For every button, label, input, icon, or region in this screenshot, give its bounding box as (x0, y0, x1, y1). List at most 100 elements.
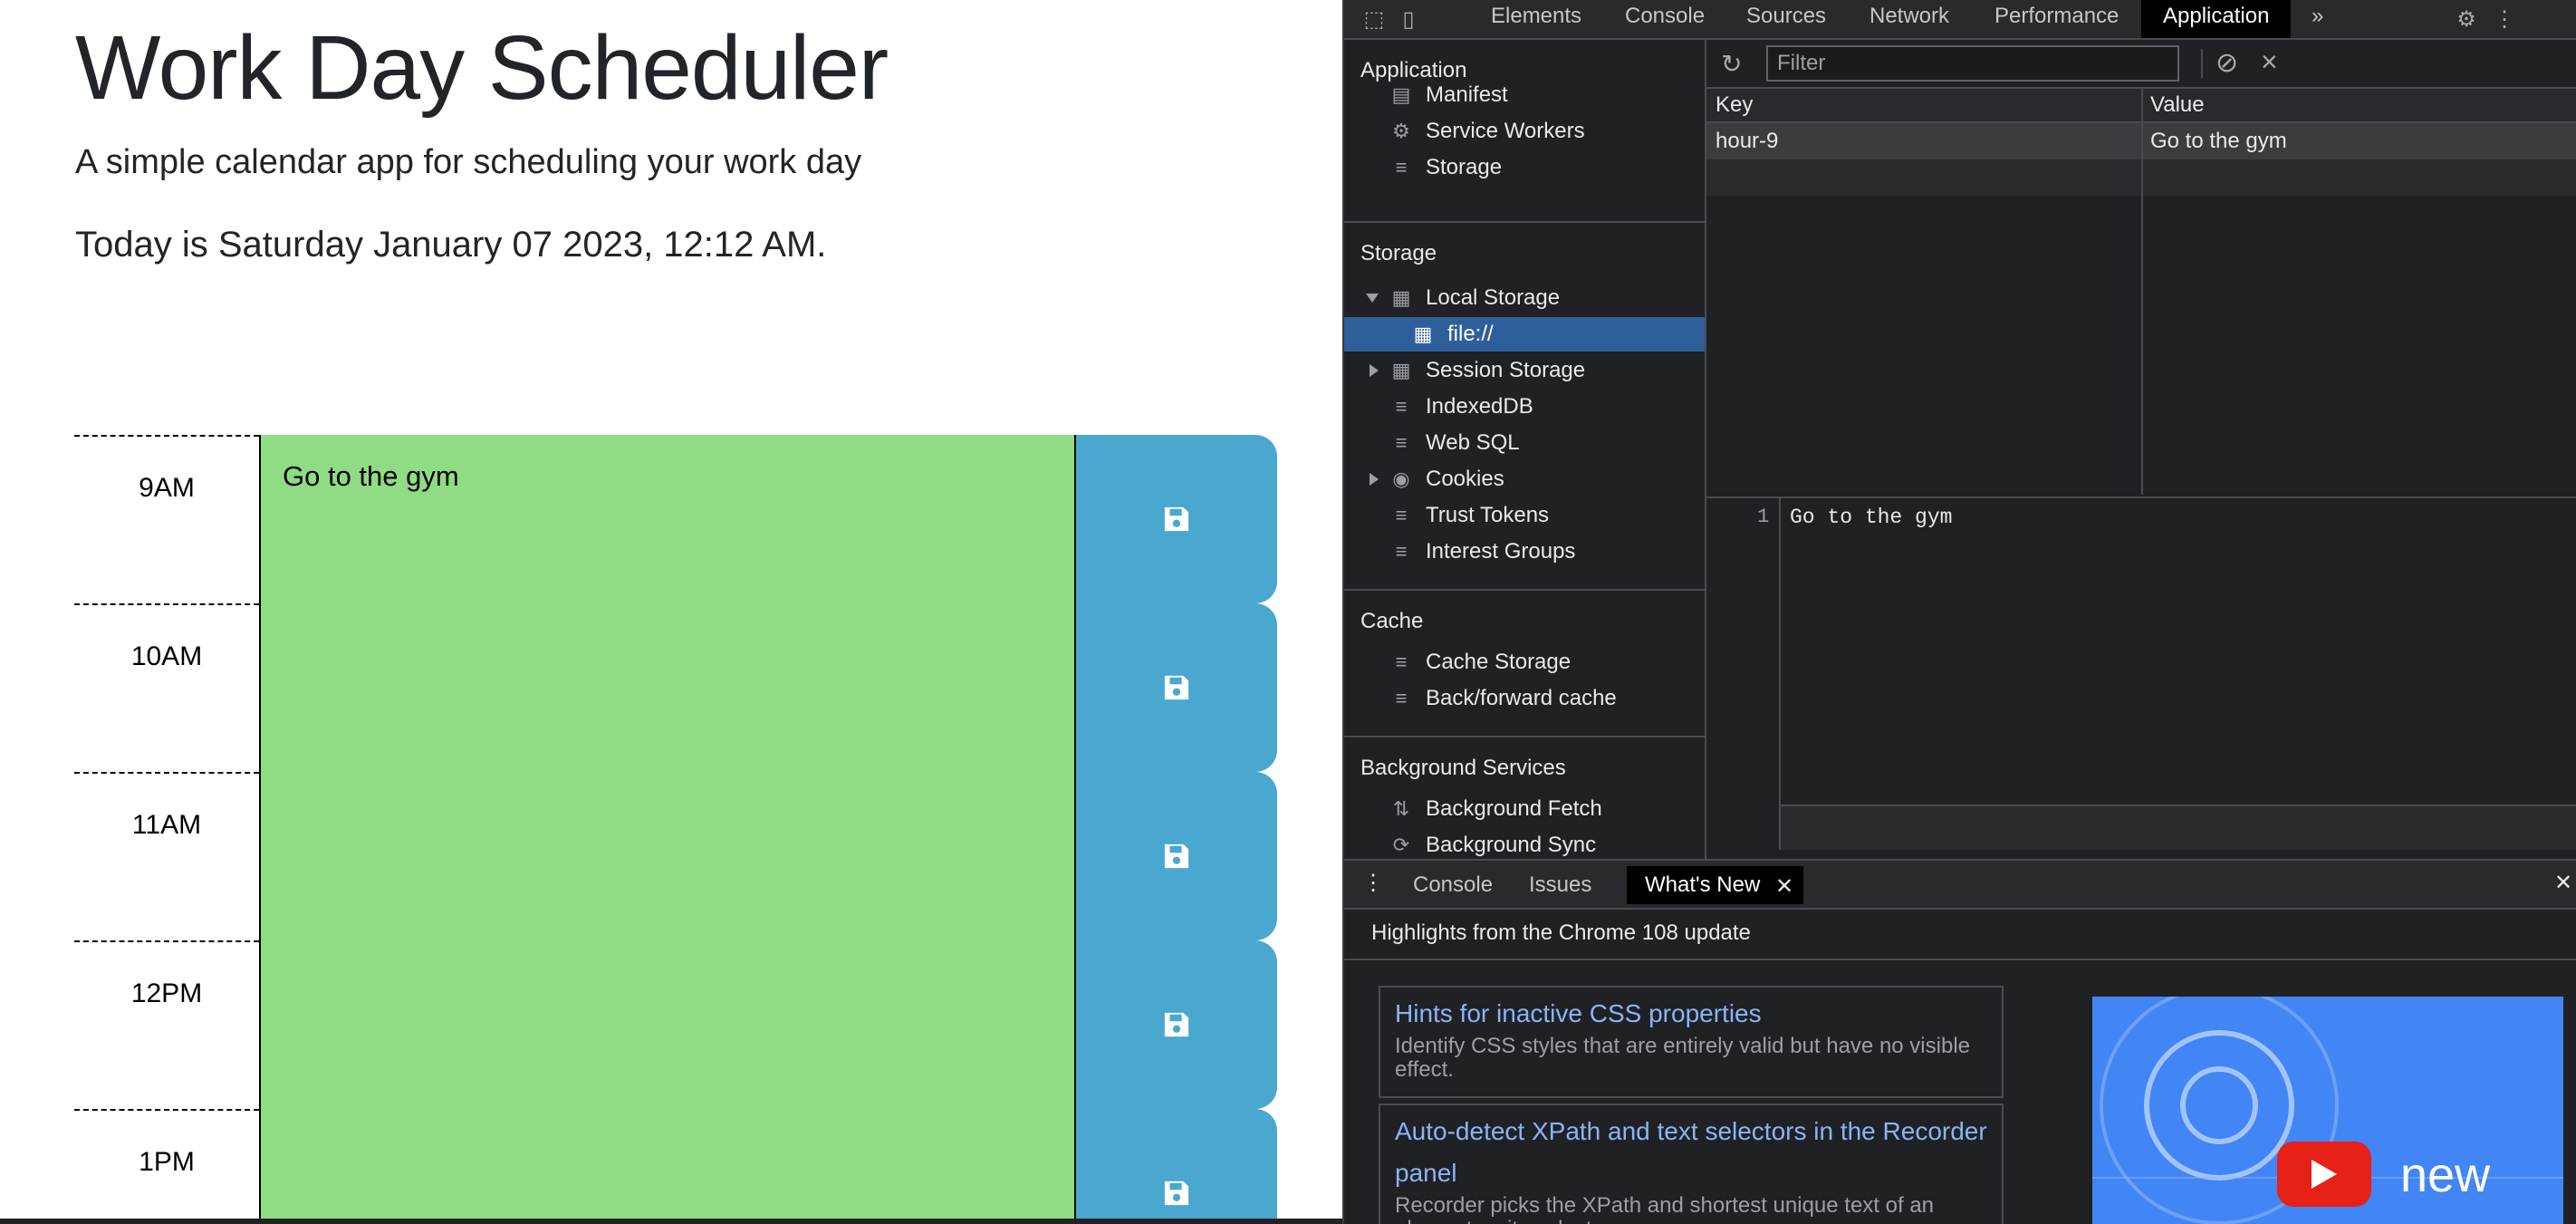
sidebar-item-manifest[interactable]: ▤ Manifest (1388, 78, 1508, 112)
sidebar-item-cache-storage[interactable]: ≡ Cache Storage (1388, 645, 1572, 679)
hour-label: 10AM (74, 603, 259, 772)
whats-new-card[interactable]: Hints for inactive CSS properties Identi… (1379, 986, 2004, 1098)
up-down-arrows-icon: ⇅ (1392, 797, 1410, 820)
drawer-tabbar: ⋮ Console Issues What's New ✕ ✕ (1344, 861, 2576, 910)
tab-performance[interactable]: Performance (1994, 0, 2119, 38)
save-button[interactable] (1074, 1109, 1277, 1224)
time-block-row: 10AM (74, 603, 1277, 772)
column-header-value[interactable]: Value (2150, 92, 2205, 118)
sidebar-item-web-sql[interactable]: ≡ Web SQL (1388, 426, 1520, 460)
card-title[interactable]: Hints for inactive CSS properties (1395, 993, 1987, 1035)
close-tab-icon[interactable]: ✕ (1775, 873, 1793, 900)
drawer-tab-issues[interactable]: Issues (1529, 866, 1591, 904)
event-description-input[interactable] (259, 772, 1150, 940)
page-subtitle: A simple calendar app for scheduling you… (75, 143, 862, 181)
close-drawer-icon[interactable]: ✕ (2554, 870, 2572, 896)
editor-footer (1781, 805, 2576, 850)
page-title: Work Day Scheduler (75, 17, 889, 119)
time-block-row: 9AM Go to the gym (74, 435, 1277, 603)
drawer-menu-icon[interactable]: ⋮ (1362, 870, 1384, 896)
toolbar-separator (2201, 49, 2203, 78)
save-button[interactable] (1074, 603, 1277, 772)
sidebar-item-session-storage[interactable]: ▦ Session Storage (1388, 353, 1586, 388)
event-description-input[interactable]: Go to the gym (259, 435, 1150, 603)
divider (1344, 959, 2576, 960)
column-divider (2141, 89, 2143, 495)
database-icon: ≡ (1395, 687, 1408, 709)
event-description-input[interactable] (259, 940, 1150, 1109)
line-number: 1 (1757, 506, 1770, 528)
clear-all-icon[interactable]: ⊘ (2216, 47, 2238, 79)
sidebar-section-storage: Storage (1360, 241, 1437, 265)
database-icon: ≡ (1395, 395, 1408, 418)
hour-label: 12PM (74, 940, 259, 1109)
inspect-element-icon[interactable]: ⬚ (1360, 5, 1388, 33)
sidebar-item-service-workers[interactable]: ⚙ Service Workers (1388, 114, 1584, 149)
expand-arrow-icon[interactable] (1366, 294, 1379, 303)
sidebar-item-local-storage[interactable]: ▦ Local Storage (1388, 281, 1561, 315)
time-block-row: 11AM (74, 772, 1277, 940)
table-icon: ▦ (1391, 286, 1411, 309)
card-title[interactable]: Auto-detect XPath and text selectors in … (1395, 1111, 1987, 1194)
more-tabs-button[interactable]: » (2312, 0, 2323, 38)
device-toolbar-icon[interactable]: ▯ (1395, 5, 1422, 33)
application-sidebar: Application ▤ Manifest ⚙ Service Workers ≡… (1344, 40, 1706, 859)
whats-new-heading: Highlights from the Chrome 108 update (1371, 920, 1751, 945)
time-block-row: 12PM (74, 940, 1277, 1109)
refresh-icon[interactable]: ↻ (1721, 49, 1742, 79)
filter-input[interactable]: Filter (1766, 45, 2179, 82)
scheduler-page: Work Day Scheduler A simple calendar app… (0, 0, 1342, 1224)
collapse-arrow-icon[interactable] (1370, 364, 1379, 377)
play-button-icon[interactable] (2277, 1142, 2371, 1207)
save-button[interactable] (1074, 772, 1277, 940)
storage-key-cell: hour-9 (1716, 129, 1779, 153)
sidebar-item-cookies[interactable]: ◉ Cookies (1388, 462, 1504, 496)
save-button[interactable] (1074, 940, 1277, 1109)
more-options-icon[interactable]: ⋮ (2491, 5, 2518, 33)
value-preview-editor: 1 Go to the gym (1706, 496, 2576, 850)
sidebar-item-interest-groups[interactable]: ≡ Interest Groups (1388, 535, 1576, 569)
save-button[interactable] (1074, 435, 1277, 603)
value-preview-text[interactable]: Go to the gym (1790, 506, 1952, 529)
database-icon: ≡ (1395, 156, 1408, 178)
database-icon: ≡ (1395, 540, 1408, 563)
divider (1344, 736, 1705, 737)
sidebar-item-trust-tokens[interactable]: ≡ Trust Tokens (1388, 498, 1549, 533)
sidebar-item-indexeddb[interactable]: ≡ IndexedDB (1388, 390, 1533, 424)
tab-application[interactable]: Application (2141, 0, 2292, 38)
file-icon: ▤ (1391, 83, 1411, 106)
sidebar-item-background-fetch[interactable]: ⇅ Background Fetch (1388, 792, 1602, 826)
devtools-drawer: ⋮ Console Issues What's New ✕ ✕ Highligh… (1344, 859, 2576, 1224)
event-description-input[interactable] (259, 1109, 1150, 1224)
gear-icon: ⚙ (1392, 120, 1410, 142)
drawer-tab-console[interactable]: Console (1413, 866, 1493, 904)
tab-network[interactable]: Network (1870, 0, 1949, 38)
storage-value-cell: Go to the gym (2150, 129, 2287, 153)
card-description: Recorder picks the XPath and shortest un… (1395, 1193, 1935, 1224)
sidebar-item-background-sync[interactable]: ⟳ Background Sync (1388, 828, 1596, 859)
storage-toolbar: ↻ Filter ⊘ × (1706, 40, 2576, 89)
column-header-key[interactable]: Key (1716, 92, 1753, 118)
whats-new-video-thumbnail[interactable]: new (2092, 997, 2563, 1224)
devtools-panel: ⬚ ▯ Elements Console Sources Network Per… (1342, 0, 2576, 1224)
sidebar-item-file-origin[interactable]: ▦ file:// (1344, 317, 1705, 352)
floppy-disk-icon (1164, 1012, 1189, 1037)
table-icon: ▦ (1391, 359, 1411, 381)
time-block-row: 1PM (74, 1109, 1277, 1224)
floppy-disk-icon (1164, 506, 1189, 532)
tab-sources[interactable]: Sources (1746, 0, 1826, 38)
tab-elements[interactable]: Elements (1491, 0, 1581, 38)
sidebar-item-back-forward-cache[interactable]: ≡ Back/forward cache (1388, 681, 1617, 716)
gear-icon[interactable]: ⚙ (2453, 5, 2480, 33)
collapse-arrow-icon[interactable] (1370, 473, 1379, 486)
whats-new-card[interactable]: Auto-detect XPath and text selectors in … (1379, 1104, 2004, 1224)
sidebar-item-storage[interactable]: ≡ Storage (1388, 150, 1502, 185)
database-icon: ≡ (1395, 504, 1408, 526)
sync-icon: ⟳ (1392, 834, 1410, 856)
database-icon: ≡ (1395, 651, 1408, 673)
tab-console[interactable]: Console (1625, 0, 1705, 38)
event-description-input[interactable] (259, 603, 1150, 772)
floppy-disk-icon (1164, 843, 1189, 869)
delete-selected-icon[interactable]: × (2261, 45, 2278, 79)
cookie-icon: ◉ (1392, 467, 1410, 490)
